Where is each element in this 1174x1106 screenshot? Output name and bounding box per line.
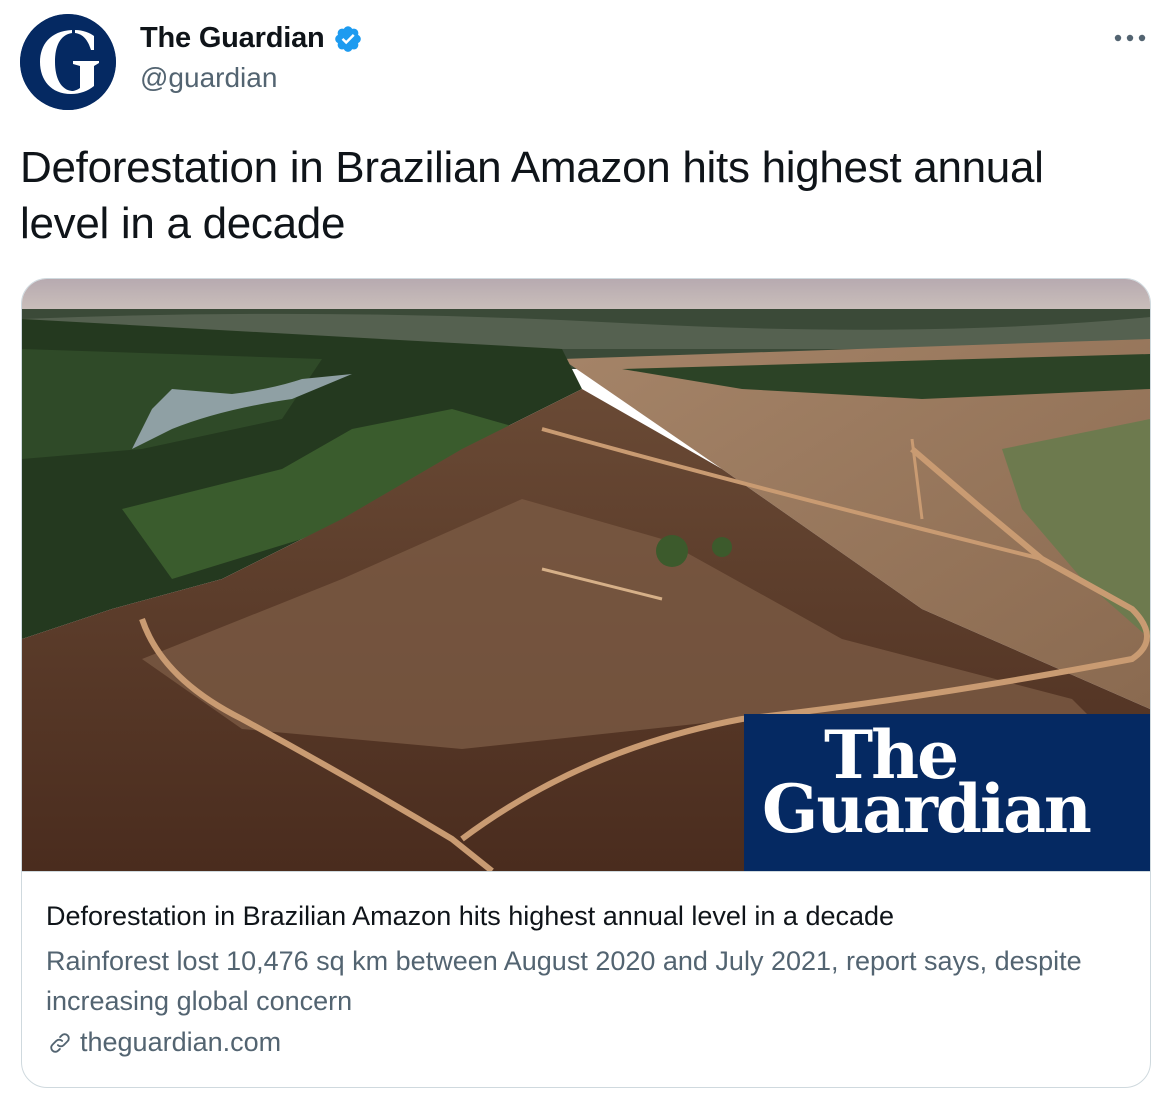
author-name-row[interactable]: The Guardian [140, 22, 363, 55]
card-domain-text[interactable]: theguardian.com [80, 1027, 281, 1058]
card-body[interactable]: Deforestation in Brazilian Amazon hits h… [46, 899, 1126, 1058]
more-options-button[interactable] [1110, 26, 1150, 50]
author-display-name[interactable]: The Guardian [140, 22, 325, 55]
card-domain[interactable]: theguardian.com [46, 1027, 1126, 1058]
card-title[interactable]: Deforestation in Brazilian Amazon hits h… [46, 899, 1126, 933]
verified-badge-icon [334, 25, 361, 52]
guardian-wordmark: The Guardian [744, 714, 1150, 871]
wordmark-line-2: Guardian [762, 770, 1092, 848]
card-image[interactable]: The Guardian [22, 279, 1150, 872]
ellipsis-icon [1114, 34, 1146, 42]
link-preview-card[interactable]: The Guardian Deforestation in Brazilian … [21, 278, 1151, 1088]
card-description: Rainforest lost 10,476 sq km between Aug… [46, 946, 1082, 1016]
author-handle[interactable]: @guardian [140, 62, 277, 94]
tweet-text: Deforestation in Brazilian Amazon hits h… [20, 143, 1044, 248]
link-icon [50, 1032, 70, 1053]
avatar[interactable] [20, 14, 116, 110]
guardian-g-logo-icon [20, 14, 116, 110]
